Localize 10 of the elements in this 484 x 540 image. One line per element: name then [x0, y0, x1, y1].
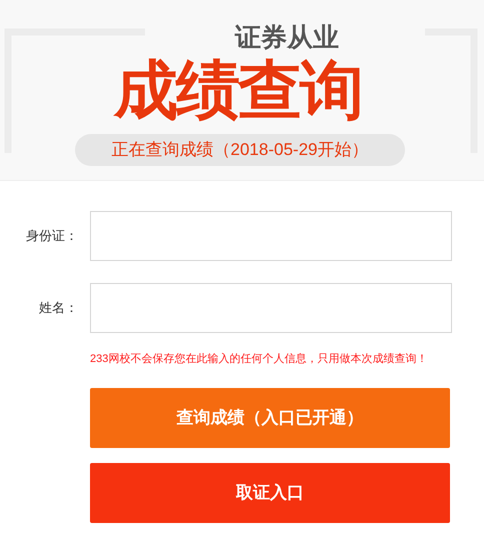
input-field[interactable]	[90, 283, 452, 333]
status-pill: 正在查询成绩（2018-05-29开始）	[75, 134, 405, 166]
privacy-notice: 233网校不会保存您在此输入的任何个人信息，只用做本次成绩查询！	[90, 352, 428, 367]
query-button[interactable]: 查询成绩（入口已开通）	[90, 388, 450, 448]
banner-title: 成绩查询	[114, 54, 362, 126]
field-label: 身份证：	[25, 227, 79, 246]
input-field[interactable]	[90, 211, 452, 261]
field-label: 姓名：	[38, 299, 79, 318]
certificate-button[interactable]: 取证入口	[90, 463, 450, 523]
banner-subtitle: 证券从业	[235, 22, 339, 52]
